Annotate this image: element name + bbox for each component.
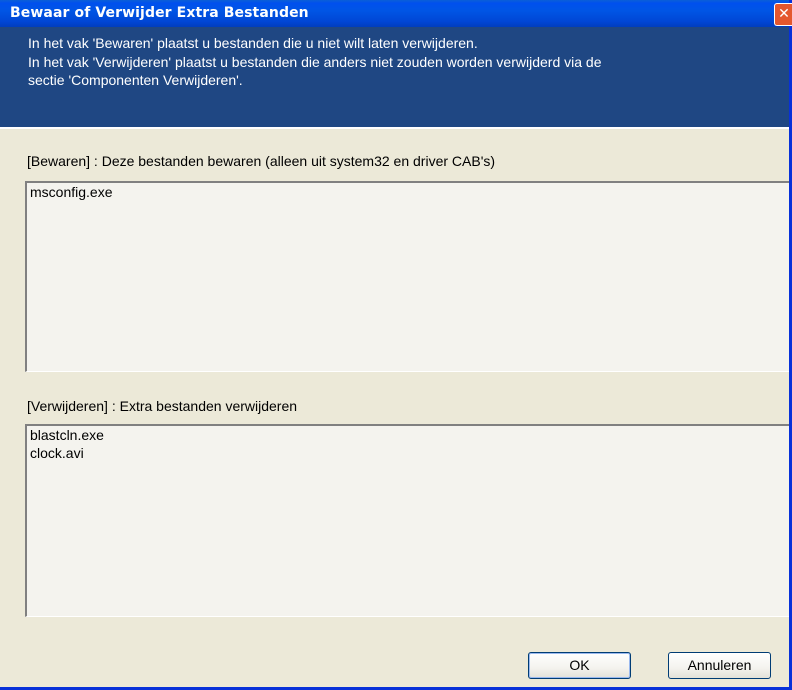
- list-item[interactable]: blastcln.exe: [27, 426, 789, 444]
- remove-section-label: [Verwijderen] : Extra bestanden verwijde…: [27, 398, 298, 414]
- remove-file-list[interactable]: blastcln.exe clock.avi: [25, 424, 789, 617]
- close-icon[interactable]: ✕: [774, 3, 792, 26]
- banner-line-3: sectie 'Componenten Verwijderen'.: [28, 72, 243, 88]
- banner-line-2: In het vak 'Verwijderen' plaatst u besta…: [28, 54, 602, 70]
- cancel-button[interactable]: Annuleren: [668, 652, 771, 679]
- keep-file-list[interactable]: msconfig.exe: [25, 181, 789, 372]
- keep-section-label: [Bewaren] : Deze bestanden bewaren (alle…: [27, 153, 496, 169]
- banner-line-1: In het vak 'Bewaren' plaatst u bestanden…: [28, 35, 478, 51]
- list-item[interactable]: clock.avi: [27, 444, 789, 462]
- banner-divider: [0, 127, 789, 129]
- title-bar[interactable]: Bewaar of Verwijder Extra Bestanden ✕: [0, 0, 792, 27]
- info-banner: In het vak 'Bewaren' plaatst u bestanden…: [0, 27, 789, 127]
- window-title: Bewaar of Verwijder Extra Bestanden: [10, 5, 309, 21]
- list-item[interactable]: msconfig.exe: [27, 183, 789, 201]
- ok-button[interactable]: OK: [528, 652, 631, 679]
- dialog-window: Bewaar of Verwijder Extra Bestanden ✕ In…: [0, 0, 792, 690]
